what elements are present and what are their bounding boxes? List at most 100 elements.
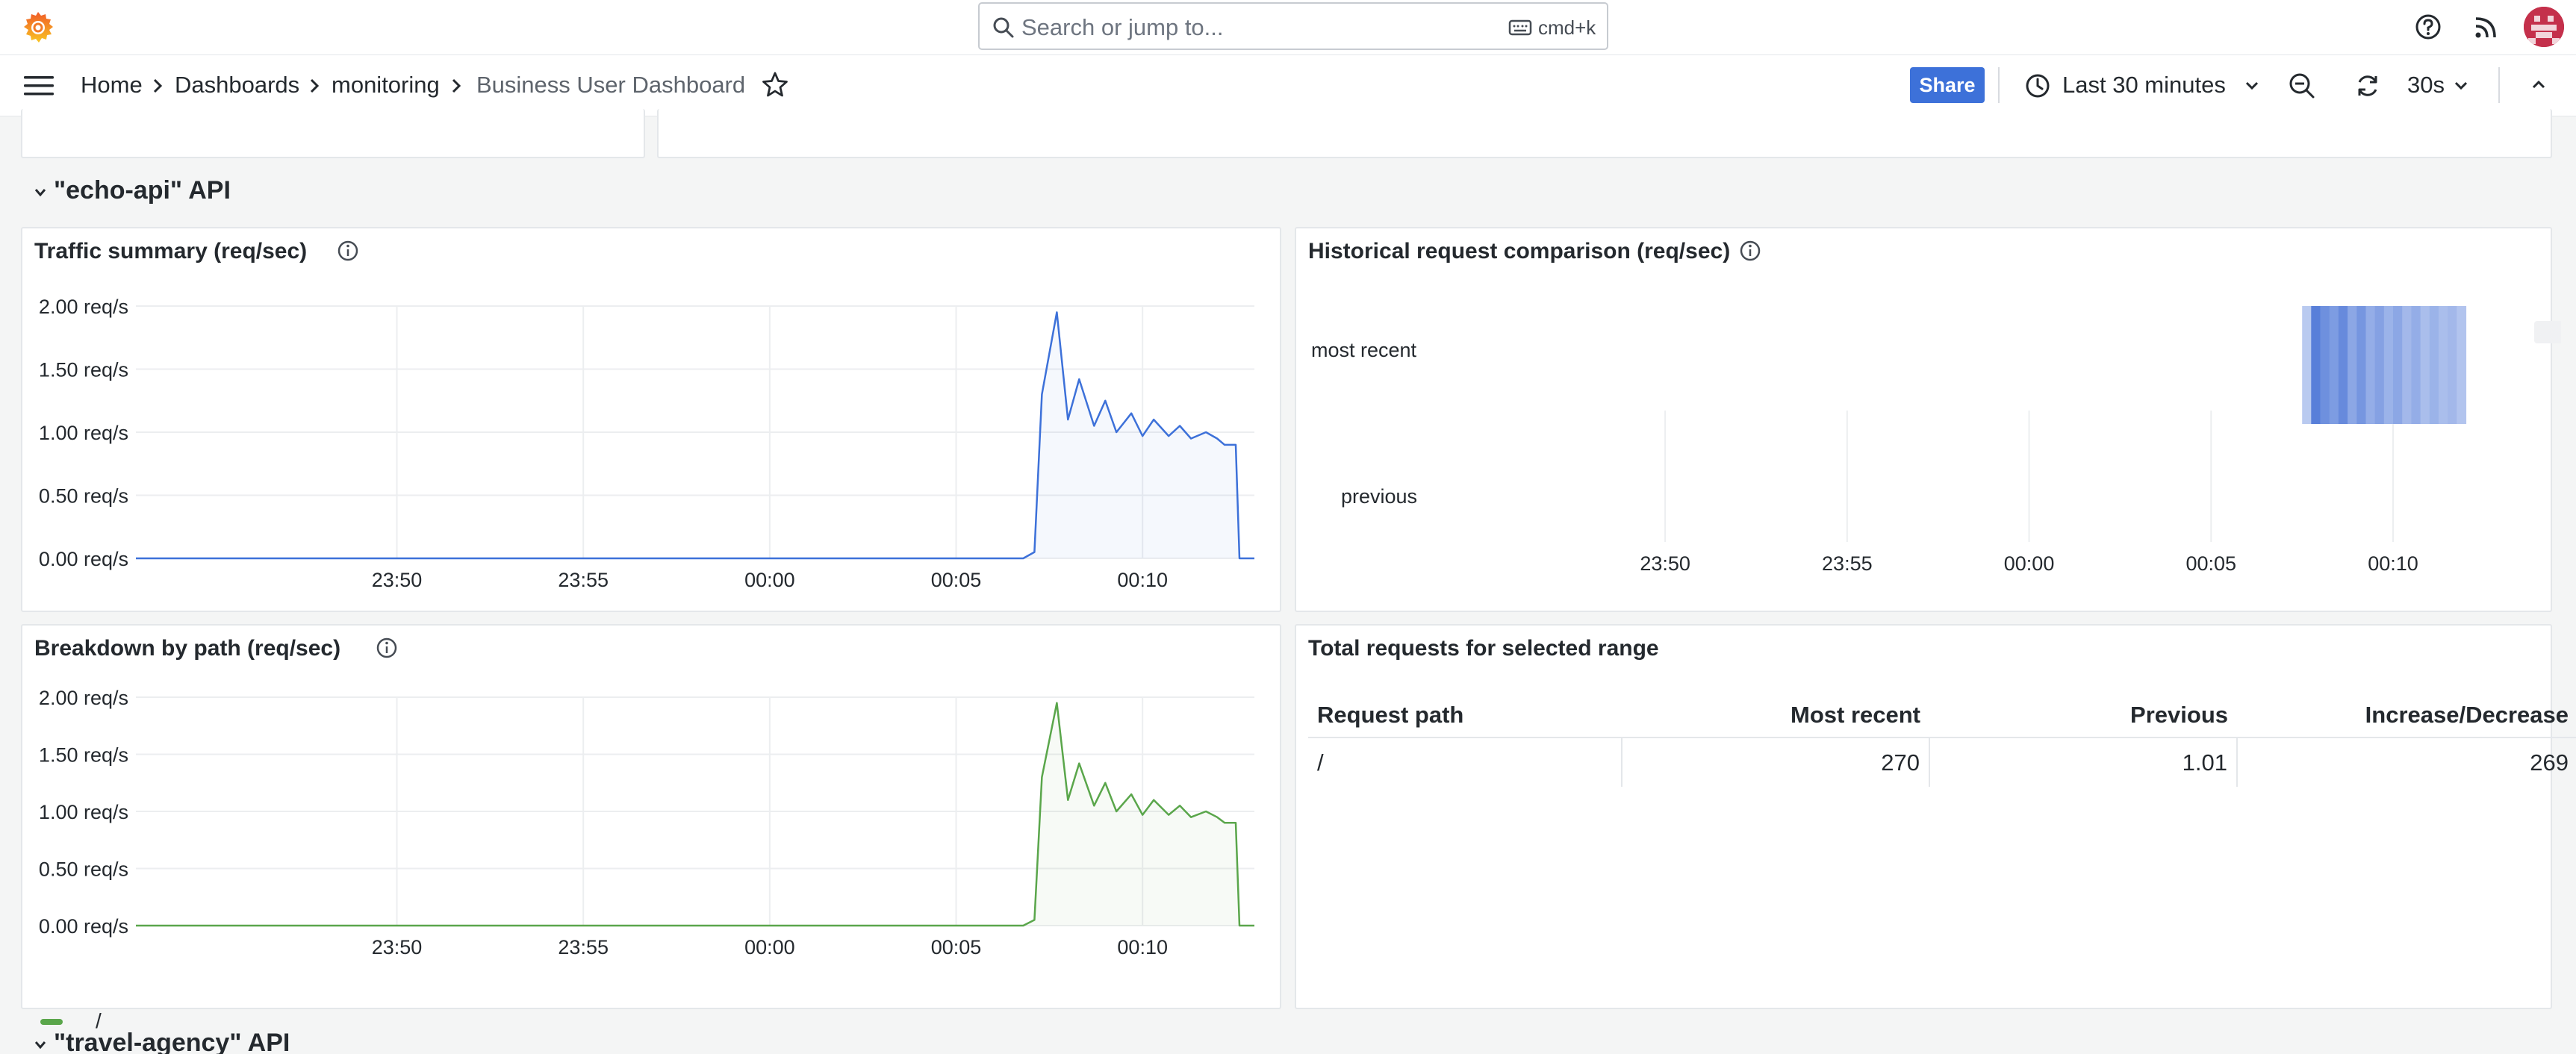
refresh-icon[interactable] <box>2353 72 2382 100</box>
heatmap-cell <box>2311 306 2321 424</box>
heatmap-cell <box>2411 306 2421 424</box>
heatmap-cell <box>2420 306 2430 424</box>
nav-bar: Home Dashboards monitoring Business User… <box>0 55 2576 116</box>
x-tick-label: 00:10 <box>2368 552 2418 575</box>
table-header-row: Request path Most recent Previous Increa… <box>1308 693 2576 738</box>
panel-title[interactable]: Breakdown by path (req/sec) <box>34 636 340 661</box>
panel-traffic-summary: Traffic summary (req/sec) 0.00 req/s 0.50… <box>21 227 1281 612</box>
breakdown-line-chart: 0.00 req/s 0.50 req/s 1.00 req/s 1.50 req/s… <box>39 687 1254 958</box>
panel-breakdown-by-path: Breakdown by path (req/sec) 0.00 req/s 0.… <box>21 624 1281 1032</box>
x-tick-label: 23:50 <box>372 936 423 958</box>
refresh-interval-picker[interactable]: 30s <box>2407 72 2445 99</box>
x-tick-label: 00:05 <box>2185 552 2236 575</box>
toolbar-divider <box>1998 67 2000 103</box>
zoom-out-icon[interactable] <box>2288 72 2316 100</box>
time-range-picker[interactable]: Last 30 minutes <box>2062 72 2226 99</box>
series-area <box>136 312 1254 558</box>
search-icon <box>993 17 1014 38</box>
help-icon[interactable] <box>2413 12 2443 42</box>
x-tick-label: 23:50 <box>1640 552 1690 575</box>
heatmap-cell <box>2348 306 2357 424</box>
table-cell: 1.01 <box>1929 738 2238 787</box>
info-icon[interactable] <box>1738 239 1762 263</box>
breadcrumb-monitoring[interactable]: monitoring <box>332 72 440 99</box>
y-tick-label: 0.50 req/s <box>39 858 128 881</box>
table-cell: 270 <box>1622 738 1930 787</box>
row-title-travel-agency[interactable]: "travel-agency" API <box>54 1029 290 1054</box>
x-tick-label: 00:00 <box>744 569 795 591</box>
traffic-line-chart: 0.00 req/s 0.50 req/s 1.00 req/s 1.50 req/s… <box>39 296 1254 591</box>
chevron-down-icon[interactable] <box>2452 79 2470 93</box>
grafana-logo-icon[interactable] <box>19 9 57 46</box>
y-tick-label: 1.00 req/s <box>39 422 128 444</box>
heatmap-cell <box>2329 306 2339 424</box>
chevron-right-icon <box>452 78 461 93</box>
total-requests-table: Request path Most recent Previous Increa… <box>1308 693 2576 787</box>
panel-title[interactable]: Historical request comparison (req/sec) <box>1308 239 1730 264</box>
row-collapse-chevron-icon[interactable] <box>33 187 48 199</box>
y-tick-label: 1.00 req/s <box>39 801 128 823</box>
x-tick-label: 00:00 <box>2004 552 2055 575</box>
column-header-most-recent[interactable]: Most recent <box>1622 693 1929 738</box>
info-icon[interactable] <box>375 636 399 660</box>
panel-total-requests: Total requests for selected range Reques… <box>1295 624 2576 1009</box>
clock-icon[interactable] <box>2023 72 2052 100</box>
heatmap-legend-handle[interactable] <box>2534 321 2561 343</box>
y-tick-label: 0.00 req/s <box>39 548 128 570</box>
breadcrumb-current-dashboard: Business User Dashboard <box>476 72 746 98</box>
heatmap-cell <box>2402 306 2412 424</box>
chevron-right-icon <box>153 78 163 93</box>
row-title-echo-api[interactable]: "echo-api" API <box>54 176 231 205</box>
chevron-up-icon[interactable] <box>2530 78 2548 91</box>
x-tick-label: 00:05 <box>931 569 982 591</box>
legend-swatch <box>40 1019 63 1025</box>
heatmap-cell <box>2320 306 2330 424</box>
x-tick-label: 23:55 <box>558 569 609 591</box>
y-category-label: most recent <box>1311 339 1417 361</box>
heatmap-cell <box>2438 306 2448 424</box>
search-shortcut: cmd+k <box>1538 16 1596 39</box>
heatmap-cell <box>2448 306 2457 424</box>
heatmap-cell <box>2338 306 2348 424</box>
heatmap-cell <box>2302 306 2312 424</box>
y-tick-label: 1.50 req/s <box>39 359 128 381</box>
toolbar-divider <box>2498 67 2500 103</box>
search-input[interactable]: Search or jump to... cmd+k <box>978 2 1608 50</box>
y-tick-label: 2.00 req/s <box>39 296 128 318</box>
y-tick-label: 1.50 req/s <box>39 744 128 767</box>
column-header-increase-decrease[interactable]: Increase/Decrease <box>2237 693 2576 738</box>
y-category-label: previous <box>1341 485 1417 508</box>
panel-title[interactable]: Total requests for selected range <box>1308 636 1659 661</box>
panel-historical-comparison: Historical request comparison (req/sec) … <box>1295 227 2552 612</box>
avatar-icon <box>2524 7 2564 47</box>
x-tick-label: 00:10 <box>1117 569 1168 591</box>
y-tick-label: 0.50 req/s <box>39 485 128 508</box>
panel-previous-row-right <box>657 109 2552 158</box>
share-button[interactable]: Share <box>1910 67 1985 103</box>
row-collapse-chevron-icon[interactable] <box>33 1039 48 1051</box>
heatmap-cell <box>2457 306 2467 424</box>
series-area <box>136 702 1254 926</box>
news-feed-icon[interactable] <box>2471 12 2501 42</box>
panel-title[interactable]: Traffic summary (req/sec) <box>34 239 307 264</box>
menu-icon[interactable] <box>22 73 55 99</box>
keyboard-icon <box>1508 19 1532 36</box>
x-tick-label: 23:50 <box>372 569 423 591</box>
top-bar: Search or jump to... cmd+k <box>0 0 2576 55</box>
table-cell: 269 <box>2530 749 2569 776</box>
user-avatar[interactable] <box>2524 7 2564 47</box>
column-header-previous[interactable]: Previous <box>1929 693 2237 738</box>
y-tick-label: 0.00 req/s <box>39 915 128 938</box>
star-icon[interactable] <box>760 70 790 100</box>
breadcrumb-home[interactable]: Home <box>81 72 143 99</box>
panel-previous-row-left <box>21 109 645 158</box>
chevron-right-icon <box>310 78 320 93</box>
x-tick-label: 00:05 <box>931 936 982 958</box>
search-placeholder: Search or jump to... <box>1021 14 1224 40</box>
x-tick-label: 23:55 <box>558 936 609 958</box>
column-header-request-path[interactable]: Request path <box>1308 693 1622 738</box>
heatmap-cell <box>2365 306 2376 424</box>
chevron-down-icon[interactable] <box>2243 79 2261 93</box>
breadcrumb-dashboards[interactable]: Dashboards <box>175 72 299 99</box>
info-icon[interactable] <box>336 239 360 263</box>
